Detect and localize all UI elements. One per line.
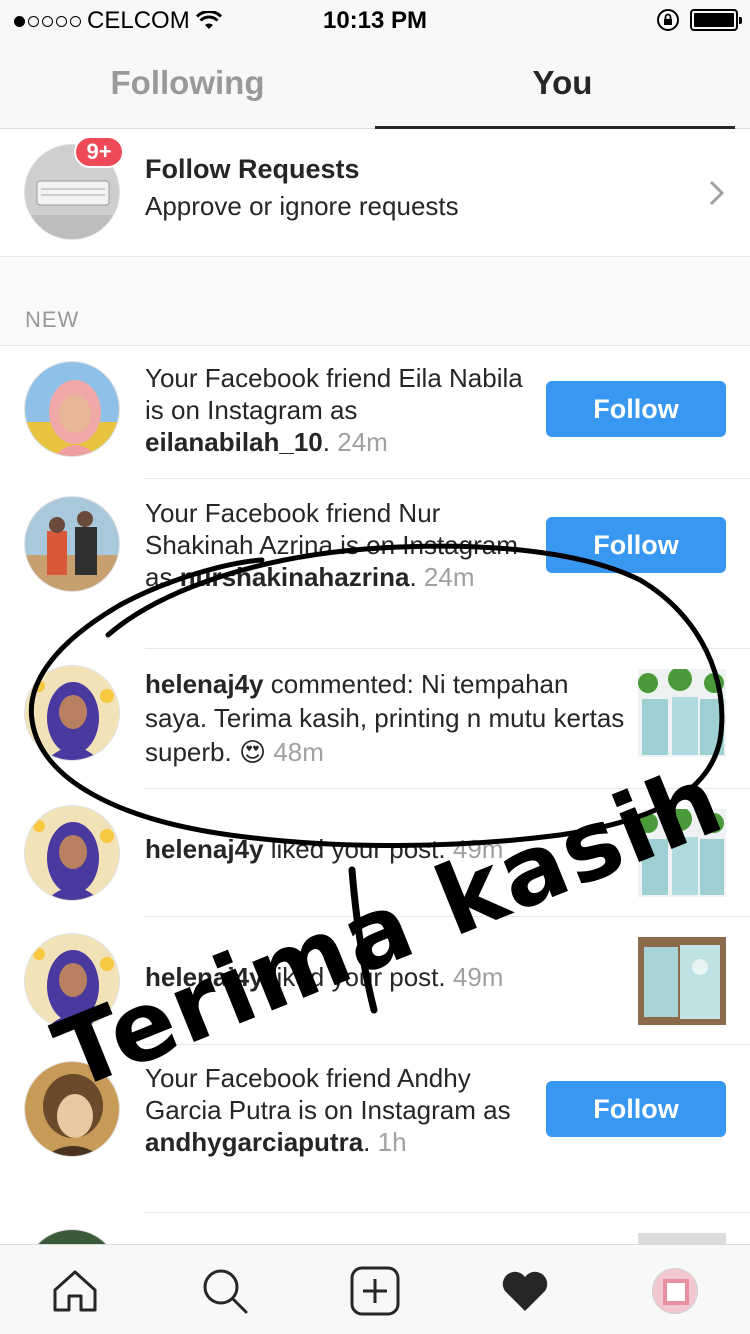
tab-you[interactable]: You <box>375 64 750 102</box>
battery-icon <box>690 9 742 31</box>
username-link[interactable]: helenaj4y <box>145 669 264 699</box>
post-thumbnail[interactable] <box>638 1233 726 1244</box>
notification-text: Your Facebook friend Andhy Garcia Putra … <box>145 1063 511 1157</box>
list-item[interactable]: Your Facebook friend Nur Shakinah Azrina… <box>0 480 750 649</box>
post-thumbnail[interactable] <box>638 937 726 1025</box>
username-link[interactable]: eilanabilah_10 <box>145 427 323 457</box>
heart-eyes-emoji: 😍 <box>238 737 267 767</box>
notification-text: Your Facebook friend Eila Nabila is on I… <box>145 363 523 457</box>
follow-requests-title: Follow Requests <box>145 154 360 184</box>
username-link[interactable]: nurshakinahazrina <box>180 562 410 592</box>
post-thumbnail[interactable] <box>638 669 726 757</box>
section-label-new: NEW <box>25 307 80 332</box>
clock: 10:13 PM <box>322 7 428 34</box>
home-icon[interactable] <box>49 1265 101 1317</box>
username-link[interactable]: andhygarciaputra <box>145 1127 363 1157</box>
tab-following[interactable]: Following <box>0 64 375 102</box>
heart-icon[interactable] <box>499 1265 551 1317</box>
avatar[interactable] <box>24 665 120 761</box>
avatar[interactable] <box>24 361 120 457</box>
avatar[interactable] <box>24 805 120 901</box>
section-header: NEW <box>0 256 750 346</box>
follow-requests-row[interactable]: 9+ Follow Requests Approve or ignore req… <box>0 129 750 256</box>
timestamp: 24m <box>423 562 475 592</box>
username-link[interactable]: helenaj4y <box>145 834 264 864</box>
timestamp: 49m <box>452 962 504 992</box>
activity-tabs: Following You <box>0 40 750 129</box>
divider <box>145 478 750 479</box>
list-item[interactable]: Your Facebook friend Eila Nabila is on I… <box>0 346 750 479</box>
add-icon[interactable] <box>349 1265 401 1317</box>
profile-icon[interactable] <box>649 1265 701 1317</box>
follow-button[interactable]: Follow <box>546 517 726 573</box>
list-item[interactable] <box>0 1213 750 1244</box>
avatar[interactable] <box>24 1229 120 1244</box>
chevron-right-icon <box>709 180 725 206</box>
notification-text: Your Facebook friend Nur Shakinah Azrina… <box>145 498 518 592</box>
timestamp: 1h <box>377 1127 407 1157</box>
status-bar: CELCOM 10:13 PM <box>0 0 750 40</box>
avatar[interactable] <box>24 496 120 592</box>
timestamp: 24m <box>337 427 388 457</box>
rotation-lock-icon <box>657 9 679 31</box>
follow-button[interactable]: Follow <box>546 381 726 437</box>
follow-button[interactable]: Follow <box>546 1081 726 1137</box>
timestamp: 48m <box>273 737 324 767</box>
bottom-navigation <box>0 1244 750 1334</box>
notification-text: helenaj4y commented: Ni tempahan saya. T… <box>145 669 625 767</box>
search-icon[interactable] <box>199 1265 251 1317</box>
follow-requests-subtitle: Approve or ignore requests <box>145 191 459 221</box>
requests-count-badge: 9+ <box>74 136 124 168</box>
